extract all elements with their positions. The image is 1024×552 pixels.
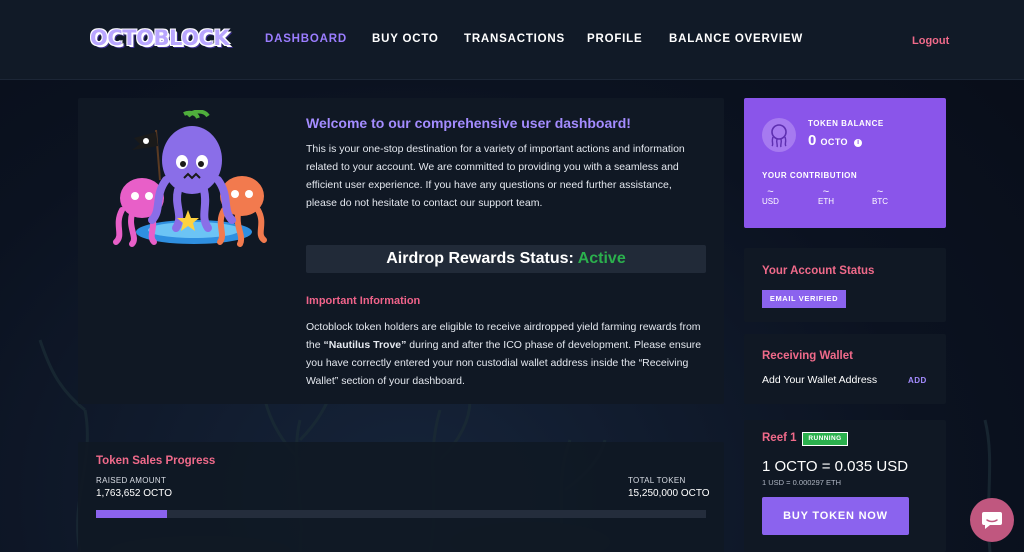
reef-title: Reef 1: [762, 432, 797, 444]
octopus-mascot-illustration: [113, 110, 267, 247]
nav-dashboard[interactable]: DASHBOARD: [265, 33, 347, 45]
account-status-card: Your Account Status EMAIL VERIFIED: [744, 248, 946, 322]
receiving-wallet-title: Receiving Wallet: [762, 350, 853, 362]
token-balance-value: 0 OCTO i: [808, 132, 863, 149]
total-token-label: TOTAL TOKEN: [628, 476, 686, 485]
raised-amount-label: RAISED AMOUNT: [96, 476, 167, 485]
token-balance-label: TOKEN BALANCE: [808, 119, 884, 128]
sales-progress-fill: [96, 510, 167, 518]
usd-eth-rate: 1 USD = 0.000297 ETH: [762, 478, 842, 487]
token-balance-unit: OCTO: [820, 137, 848, 147]
token-sales-title: Token Sales Progress: [96, 455, 216, 467]
nav-buy-octo[interactable]: BUY OCTO: [372, 33, 439, 45]
sales-progress-bar: [96, 510, 706, 518]
running-status-badge: RUNNING: [802, 432, 848, 446]
nav-profile[interactable]: PROFILE: [587, 33, 642, 45]
welcome-title: Welcome to our comprehensive user dashbo…: [306, 115, 631, 131]
airdrop-status-label: Airdrop Rewards Status:: [386, 250, 574, 267]
contribution-btc: ~ BTC: [872, 186, 888, 207]
token-balance-card: TOKEN BALANCE 0 OCTO i YOUR CONTRIBUTION…: [744, 98, 946, 228]
total-token-value: 15,250,000 OCTO: [628, 488, 710, 499]
welcome-card: Welcome to our comprehensive user dashbo…: [78, 98, 724, 404]
octopus-icon: [762, 118, 796, 152]
welcome-description: This is your one-stop destination for a …: [306, 143, 685, 209]
token-balance-amount: 0: [808, 132, 817, 149]
contribution-label: YOUR CONTRIBUTION: [762, 171, 858, 180]
contribution-eth: ~ ETH: [818, 186, 834, 207]
important-info-text: Octoblock token holders are eligible to …: [306, 318, 706, 390]
contribution-usd: ~ USD: [762, 186, 779, 207]
reef-card: Reef 1 RUNNING 1 OCTO = 0.035 USD 1 USD …: [744, 420, 946, 552]
email-verified-badge: EMAIL VERIFIED: [762, 290, 846, 308]
brand-logo[interactable]: OCTOBLOCK: [90, 26, 230, 50]
token-price: 1 OCTO = 0.035 USD: [762, 458, 909, 475]
wallet-address-label: Add Your Wallet Address: [762, 374, 878, 386]
receiving-wallet-card: Receiving Wallet Add Your Wallet Address…: [744, 334, 946, 404]
airdrop-status-bar: Airdrop Rewards Status: Active: [306, 245, 706, 273]
nav-balance-overview[interactable]: BALANCE OVERVIEW: [669, 33, 803, 45]
top-header: OCTOBLOCK DASHBOARD BUY OCTO TRANSACTION…: [0, 0, 1024, 80]
add-wallet-button[interactable]: ADD: [908, 376, 927, 385]
airdrop-status-value: Active: [577, 250, 626, 267]
raised-amount-value: 1,763,652 OCTO: [96, 488, 172, 499]
important-info-title: Important Information: [306, 295, 421, 307]
buy-token-button[interactable]: BUY TOKEN NOW: [762, 497, 909, 535]
account-status-title: Your Account Status: [762, 265, 875, 277]
nautilus-trove-highlight: “Nautilus Trove”: [323, 339, 407, 351]
info-icon[interactable]: i: [854, 139, 863, 147]
logout-link[interactable]: Logout: [912, 35, 949, 47]
token-sales-card: Token Sales Progress RAISED AMOUNT 1,763…: [78, 442, 724, 552]
nav-transactions[interactable]: TRANSACTIONS: [464, 33, 565, 45]
chat-bubble-icon[interactable]: [970, 498, 1014, 542]
